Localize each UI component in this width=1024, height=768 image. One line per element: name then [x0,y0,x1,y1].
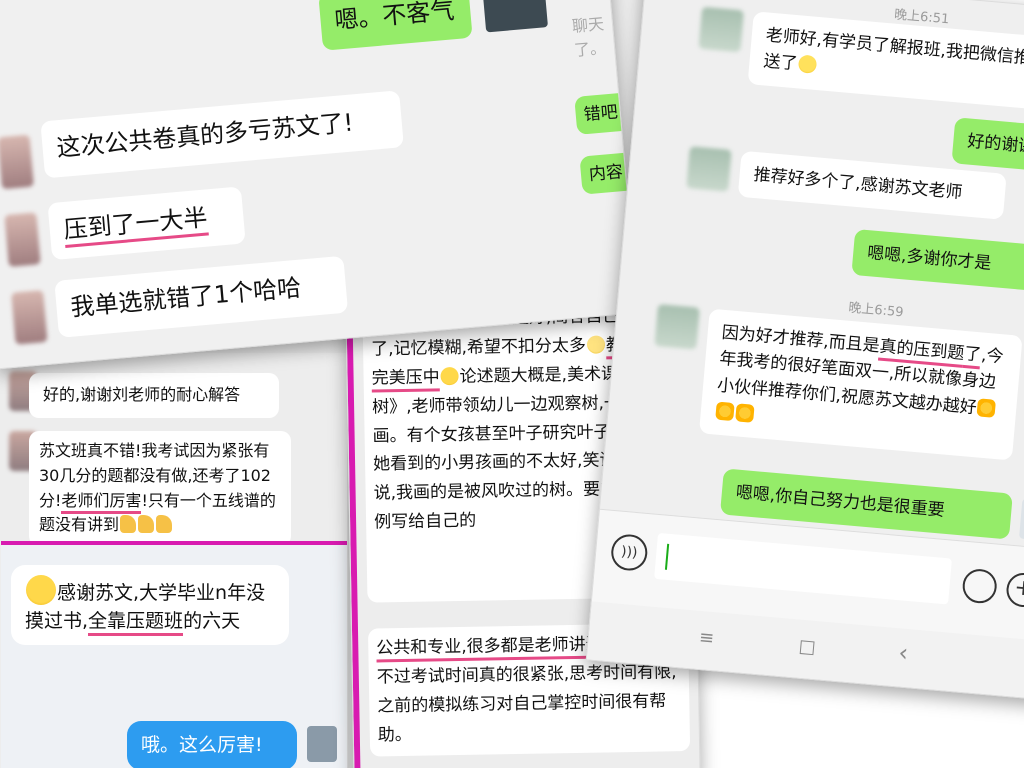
avatar[interactable] [481,0,549,33]
highlighted-text: 压到了一大半 [62,203,209,248]
message-text: 我单选就错了1个哈哈 [69,273,303,322]
message-text: 错吧! [582,101,626,126]
message-bubble-ok: 好的,谢谢刘老师的耐心解答 [29,373,279,418]
message-text: 嗯嗯,你自己努力也是很重要 [735,482,946,521]
avatar[interactable] [11,290,48,345]
message-bubble-teacher: 老师好,有学员了解报班,我把微信推送了 [747,11,1024,110]
voice-icon[interactable]: ))) [609,533,649,573]
message-bubble-thanks: 好的谢谢 [951,117,1024,174]
message-text: 这次公共卷真的多亏苏文了! [55,108,355,163]
message-bubble-thanks: 嗯。不客气 [318,0,473,51]
avatar[interactable] [698,6,744,53]
chat-panel-right: 晚上6:51 老师好,有学员了解报班,我把微信推送了 好的谢谢 推荐好多个了,感… [585,0,1024,702]
message-bubble-exam: 这次公共卷真的多亏苏文了! [40,90,404,179]
message-bubble-reply: 嗯嗯,多谢你才是 [851,228,1024,293]
message-bubble-hit: 压到了一大半 [47,186,246,261]
peek-text: 聊天了。 [571,14,607,60]
text-cursor [664,543,670,570]
message-bubble-single: 我单选就错了1个哈哈 [54,255,349,339]
smile-icon [797,54,818,75]
message-text: 嗯嗯,多谢你才是 [866,243,993,274]
avatar[interactable] [654,304,700,350]
message-input[interactable] [654,532,952,605]
thumbs-up-icon [156,515,173,534]
message-bubble-class: 苏文班真不错!我考试因为紧张有30几分的题都没有做,还考了102分!老师们厉害!… [29,431,291,547]
emoji-face-icon[interactable] [961,567,999,605]
message-bubble-grad: 感谢苏文,大学毕业n年没摸过书,全靠压题班的六天 [11,565,289,646]
highlighted-text: 老师们厉害 [61,490,142,514]
avatar[interactable] [307,726,337,762]
grin-icon [440,366,459,386]
avatar[interactable] [686,146,732,192]
chat-panel-top-left: 嗯。不客气 这次公共卷真的多亏苏文了! 压到了一大半 我单选就错了1个哈哈 聊天… [0,0,639,370]
sun-icon [715,401,735,422]
highlighted-text: 全靠压题班 [88,609,184,636]
message-text: 内容 [588,162,624,185]
message-bubble-wow: 哦。这么厉害! [127,721,297,768]
dizzy-face-icon [586,335,606,354]
thumbs-up-icon [120,515,137,534]
message-text: 推荐好多个了,感谢苏文老师 [752,164,964,204]
message-text: 不过考试时间真的很紧张,思考时间有限,之前的模拟练习对自己掌控时间很有帮助。 [376,662,677,746]
thumbs-up-icon [138,515,155,534]
message-text: 嗯。不客气 [333,0,456,35]
highlighted-text: 了 [963,343,983,370]
sun-icon [735,403,755,423]
tears-of-joy-icon [26,575,56,605]
avatar[interactable] [1018,498,1024,542]
message-text: 哦。这么厉害! [141,734,263,756]
menu-icon[interactable]: ≡ [698,627,715,649]
back-icon[interactable]: ‹ [897,638,909,667]
home-icon[interactable]: □ [798,636,817,658]
plus-icon[interactable]: + [1005,571,1024,609]
message-text: 的六天 [183,609,241,632]
sun-icon [976,398,997,418]
collage-stage: 好的,谢谢刘老师的耐心解答 苏文班真不错!我考试因为紧张有30几分的题都没有做,… [0,0,1024,768]
timestamp: 晚上6:59 [847,300,905,321]
avatar[interactable] [4,212,41,267]
chat-panel-left-bottom: 好的,谢谢刘老师的耐心解答 苏文班真不错!我考试因为紧张有30几分的题都没有做,… [0,330,348,768]
message-text: 好的谢谢 [966,131,1024,158]
message-bubble-because: 因为好才推荐,而且是真的压到题了,今年我考的很好笔面双一,所以就像身边小伙伴推荐… [698,308,1023,461]
highlighted-text: 公共和专业,很多都是老师讲过的 [376,634,620,663]
avatar[interactable] [0,134,34,190]
message-text: 好的,谢谢刘老师的耐心解答 [43,385,241,404]
